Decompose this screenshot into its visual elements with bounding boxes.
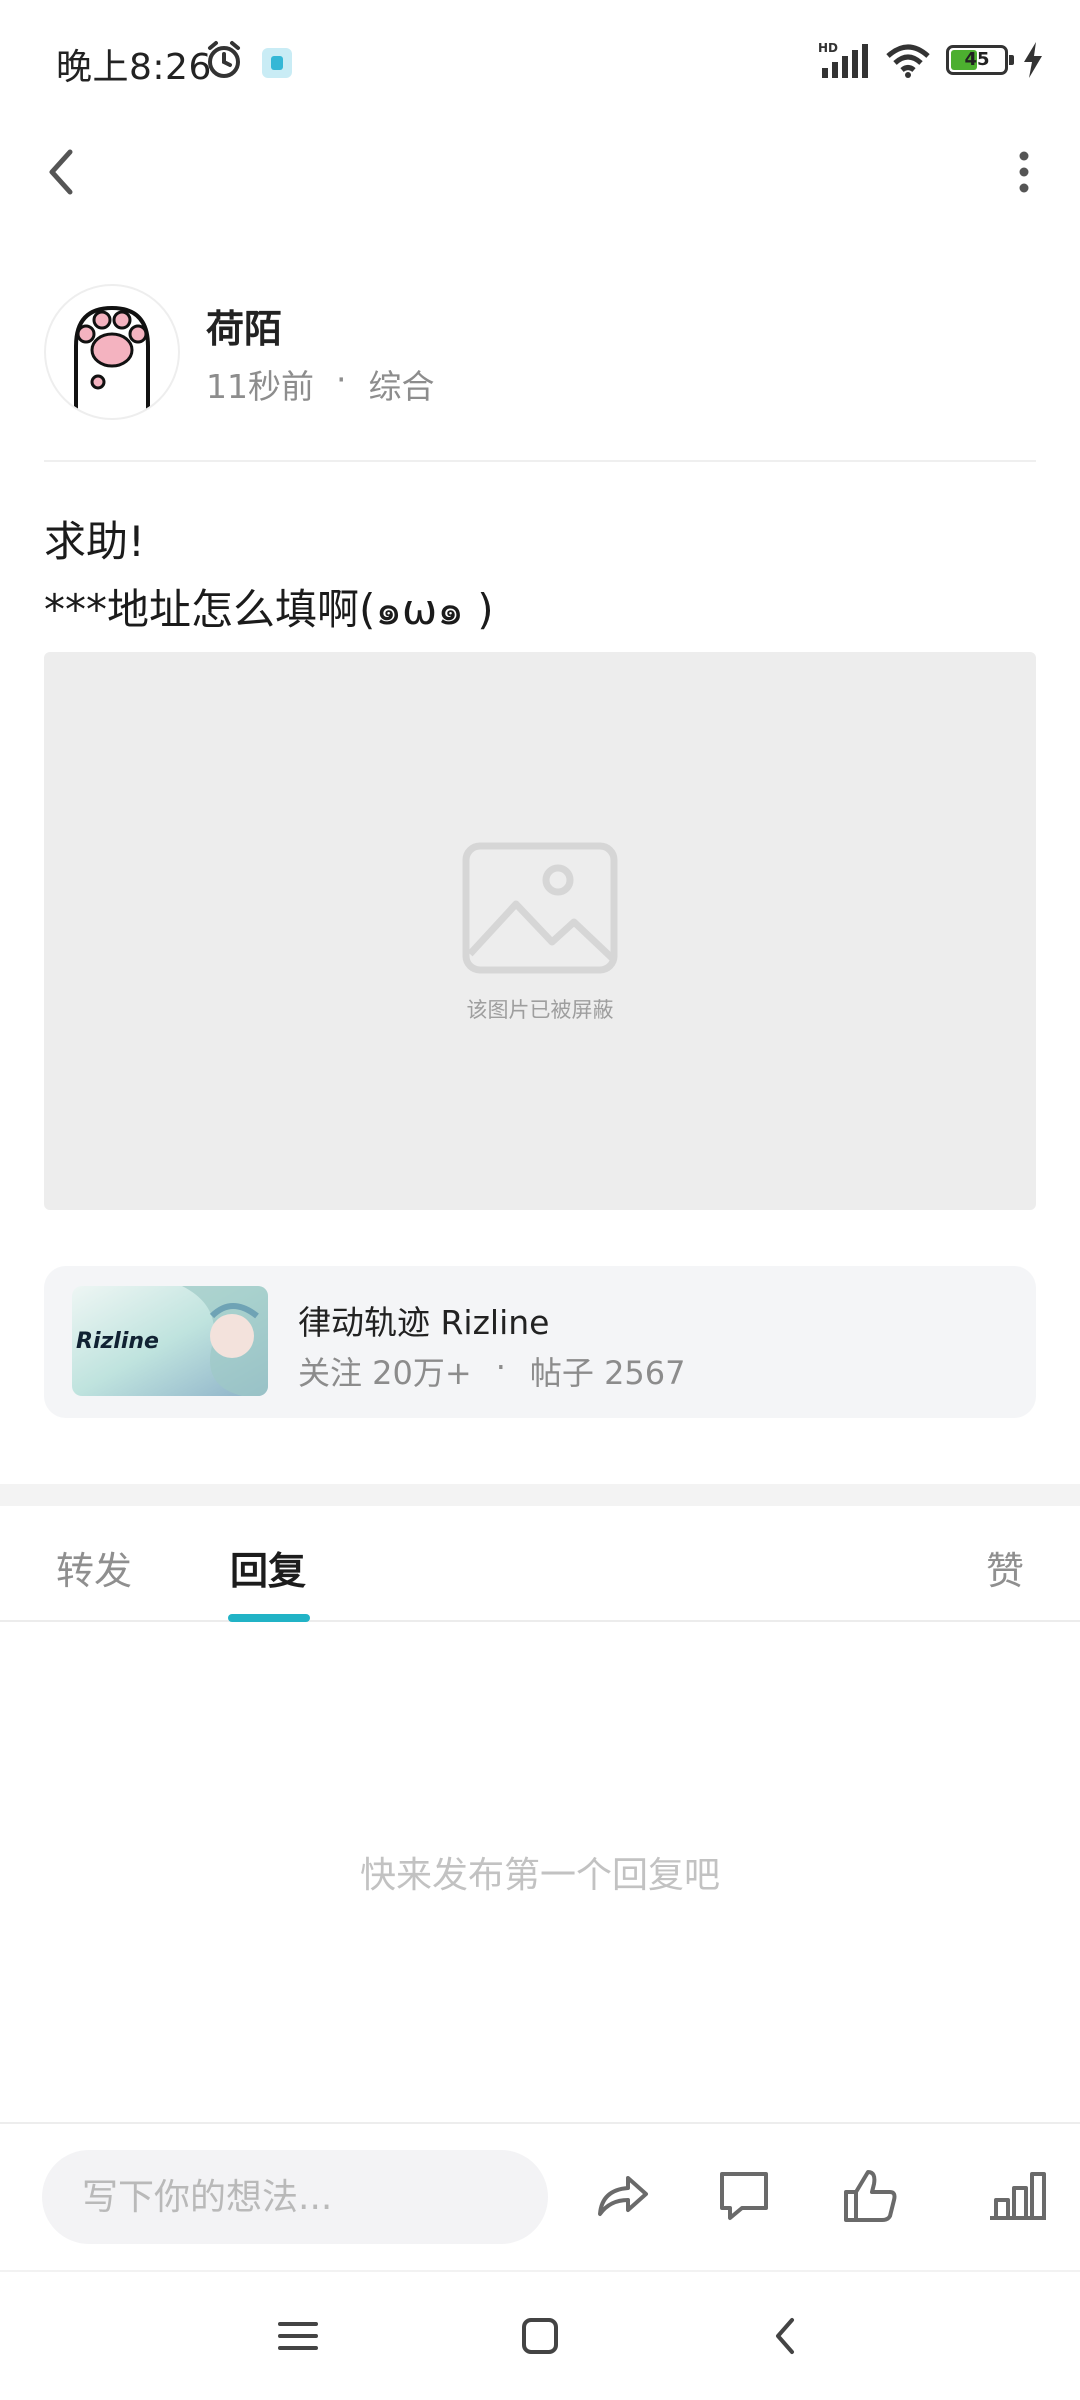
post-category[interactable]: 综合 [369, 360, 435, 408]
cat-paw-icon [74, 305, 150, 410]
forum-stats: 关注 20万+ · 帖子 2567 [298, 1348, 686, 1394]
forum-name: 律动轨迹 Rizline [298, 1303, 550, 1342]
section-gap [0, 1484, 1080, 1506]
empty-replies-hint: 快来发布第一个回复吧 [359, 1855, 720, 1896]
forum-separator: · [495, 1348, 506, 1386]
app-notification-icon [262, 48, 292, 78]
meta-separator: · [336, 360, 347, 399]
back-icon[interactable] [40, 140, 88, 204]
status-time: 晚上8:26 [56, 47, 212, 88]
forum-logo-text: Rizline [76, 1329, 159, 1354]
stats-icon[interactable] [986, 2164, 1050, 2228]
share-icon[interactable] [590, 2164, 654, 2228]
tab-reply[interactable]: 回复 [230, 1540, 306, 1595]
battery-icon: 45 [946, 45, 1014, 75]
avatar[interactable] [44, 284, 180, 420]
divider [44, 460, 1036, 462]
forum-followers: 关注 20万+ [298, 1354, 472, 1392]
reply-input[interactable] [42, 2150, 548, 2244]
forum-thumbnail: Rizline [72, 1286, 268, 1396]
comment-icon[interactable] [712, 2164, 776, 2228]
active-tab-indicator [228, 1614, 310, 1622]
forum-posts: 帖子 2567 [529, 1354, 686, 1392]
more-icon[interactable] [1016, 150, 1032, 194]
menu-icon[interactable] [272, 2310, 324, 2362]
author-name[interactable]: 荷陌 [206, 298, 282, 353]
nav-divider [0, 2270, 1080, 2272]
network-badge: HD [818, 41, 838, 55]
alarm-icon [208, 41, 240, 78]
wifi-icon [886, 44, 930, 78]
battery-level: 45 [964, 49, 990, 70]
charging-icon [1024, 42, 1042, 78]
post-meta: 11秒前 · 综合 [206, 360, 435, 408]
home-icon[interactable] [514, 2310, 566, 2362]
nav-back-icon[interactable] [760, 2310, 812, 2362]
tab-like[interactable]: 赞 [986, 1540, 1024, 1595]
tab-forward[interactable]: 转发 [56, 1540, 132, 1595]
bottom-divider [0, 2122, 1080, 2124]
tabs-divider [0, 1620, 1080, 1622]
post-text: 求助! ***地址怎么填啊(๑ω๑ ) [44, 517, 494, 634]
blocked-image-label: 该图片已被屏蔽 [466, 998, 614, 1022]
post-time: 11秒前 [206, 367, 314, 406]
signal-icon: HD [818, 41, 868, 78]
image-placeholder-icon [462, 842, 618, 974]
like-icon[interactable] [838, 2164, 902, 2228]
status-indicators: HD 45 [818, 40, 1044, 80]
